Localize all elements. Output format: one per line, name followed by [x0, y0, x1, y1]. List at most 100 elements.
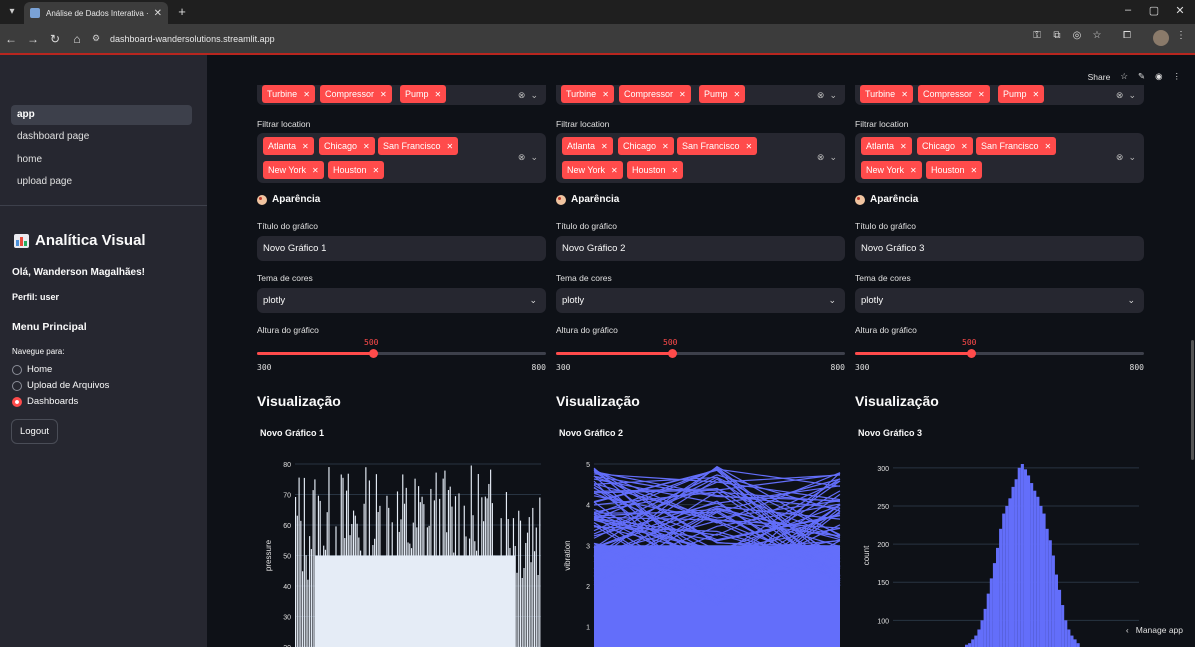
chip-remove-icon[interactable]: ✕: [373, 166, 380, 175]
filter-chip[interactable]: New York ✕: [562, 161, 623, 179]
theme-select[interactable]: plotly ⌄: [257, 288, 546, 313]
chip-remove-icon[interactable]: ✕: [734, 90, 741, 99]
chip-remove-icon[interactable]: ✕: [1033, 90, 1040, 99]
chip-remove-icon[interactable]: ✕: [303, 90, 310, 99]
extensions-icon[interactable]: ⧠: [1119, 30, 1135, 41]
chip-remove-icon[interactable]: ✕: [1045, 142, 1052, 151]
type-multiselect[interactable]: Turbine ✕ Compressor ✕ Pump ✕ ⊗ ⌄: [257, 85, 546, 105]
chart-plot[interactable]: vibration 1 2 3 4 5: [556, 448, 845, 647]
chip-remove-icon[interactable]: ✕: [672, 166, 679, 175]
install-icon[interactable]: ⧉: [1049, 30, 1065, 41]
filter-chip[interactable]: New York ✕: [861, 161, 922, 179]
clear-chevron-icon[interactable]: ⊗ ⌄: [518, 152, 538, 163]
slider-thumb[interactable]: [668, 349, 677, 358]
chip-remove-icon[interactable]: ✕: [380, 90, 387, 99]
chip-remove-icon[interactable]: ✕: [978, 90, 985, 99]
sidebar-item-app[interactable]: app: [11, 105, 192, 125]
chip-remove-icon[interactable]: ✕: [611, 166, 618, 175]
filter-chip[interactable]: Compressor ✕: [320, 85, 392, 103]
radio-circle[interactable]: [12, 364, 22, 375]
height-slider[interactable]: [257, 349, 546, 358]
eye-off-icon[interactable]: ◎: [1069, 30, 1085, 41]
location-multiselect[interactable]: Atlanta ✕ Chicago ✕ San Francisco ✕ New York ✕ H…: [556, 133, 845, 183]
radio-circle[interactable]: [12, 380, 22, 391]
window-close-icon[interactable]: ✕: [1170, 4, 1190, 17]
filter-chip[interactable]: Pump ✕: [699, 85, 746, 103]
filter-chip[interactable]: Pump ✕: [998, 85, 1045, 103]
filter-chip[interactable]: Pump ✕: [400, 85, 447, 103]
clear-chevron-icon[interactable]: ⊗ ⌄: [817, 90, 837, 101]
filter-chip[interactable]: Chicago ✕: [319, 137, 375, 155]
new-tab-button[interactable]: +: [174, 4, 190, 20]
chart-title-input[interactable]: Novo Gráfico 1: [257, 236, 546, 261]
chip-remove-icon[interactable]: ✕: [601, 142, 608, 151]
github-icon[interactable]: ◉: [1155, 71, 1162, 82]
filter-chip[interactable]: San Francisco ✕: [378, 137, 459, 155]
sidebar-item-dashboard-page[interactable]: dashboard page: [11, 127, 192, 147]
filter-chip[interactable]: New York ✕: [263, 161, 324, 179]
more-menu-icon[interactable]: ⋮: [1173, 71, 1182, 82]
chart-plot[interactable]: count 100 150 200 250 300: [855, 448, 1144, 647]
tab-close-icon[interactable]: ✕: [154, 8, 162, 19]
type-multiselect[interactable]: Turbine ✕ Compressor ✕ Pump ✕ ⊗ ⌄: [556, 85, 845, 105]
chip-remove-icon[interactable]: ✕: [971, 166, 978, 175]
chip-remove-icon[interactable]: ✕: [900, 142, 907, 151]
location-multiselect[interactable]: Atlanta ✕ Chicago ✕ San Francisco ✕ New York ✕ H…: [257, 133, 546, 183]
sidebar-item-home[interactable]: home: [11, 150, 192, 170]
home-icon[interactable]: ⌂: [66, 32, 88, 46]
chip-remove-icon[interactable]: ✕: [679, 90, 686, 99]
logout-button[interactable]: Logout: [11, 419, 58, 444]
filter-chip[interactable]: Houston ✕: [328, 161, 385, 179]
filter-chip[interactable]: Turbine ✕: [860, 85, 913, 103]
browser-menu-icon[interactable]: ⋮: [1173, 30, 1189, 41]
chip-remove-icon[interactable]: ✕: [302, 142, 309, 151]
forward-icon[interactable]: →: [22, 32, 44, 46]
url-field[interactable]: ⚙ dashboard-wandersolutions.streamlit.ap…: [92, 28, 1112, 49]
bookmark-star-icon[interactable]: ☆: [1089, 30, 1105, 41]
radio-upload[interactable]: Upload de Arquivos: [12, 380, 109, 391]
filter-chip[interactable]: Atlanta ✕: [562, 137, 613, 155]
profile-avatar[interactable]: [1153, 30, 1169, 46]
chip-remove-icon[interactable]: ✕: [910, 166, 917, 175]
slider-thumb[interactable]: [369, 349, 378, 358]
location-multiselect[interactable]: Atlanta ✕ Chicago ✕ San Francisco ✕ New York ✕ H…: [855, 133, 1144, 183]
filter-chip[interactable]: Chicago ✕: [618, 137, 674, 155]
filter-chip[interactable]: Compressor ✕: [619, 85, 691, 103]
chart-plot[interactable]: pressure20304050607080: [257, 448, 546, 647]
back-icon[interactable]: ←: [0, 32, 22, 46]
chart-title-input[interactable]: Novo Gráfico 3: [855, 236, 1144, 261]
filter-chip[interactable]: San Francisco ✕: [976, 137, 1057, 155]
slider-thumb[interactable]: [967, 349, 976, 358]
filter-chip[interactable]: Turbine ✕: [561, 85, 614, 103]
page-scrollbar[interactable]: [1191, 340, 1194, 460]
filter-chip[interactable]: Chicago ✕: [917, 137, 973, 155]
chip-remove-icon[interactable]: ✕: [746, 142, 753, 151]
chip-remove-icon[interactable]: ✕: [363, 142, 370, 151]
theme-select[interactable]: plotly ⌄: [855, 288, 1144, 313]
height-slider[interactable]: [556, 349, 845, 358]
filter-chip[interactable]: Houston ✕: [926, 161, 983, 179]
filter-chip[interactable]: San Francisco ✕: [677, 137, 758, 155]
sidebar-item-upload-page[interactable]: upload page: [11, 172, 192, 192]
chart-title-input[interactable]: Novo Gráfico 2: [556, 236, 845, 261]
maximize-icon[interactable]: ▢: [1144, 4, 1164, 17]
chip-remove-icon[interactable]: ✕: [435, 90, 442, 99]
site-info-icon[interactable]: ⚙: [92, 33, 104, 44]
radio-home[interactable]: Home: [12, 364, 52, 375]
clear-chevron-icon[interactable]: ⊗ ⌄: [1116, 152, 1136, 163]
filter-chip[interactable]: Houston ✕: [627, 161, 684, 179]
tab-search-icon[interactable]: ▾: [4, 4, 20, 20]
chip-remove-icon[interactable]: ✕: [961, 142, 968, 151]
manage-app-button[interactable]: ‹ Manage app: [1126, 625, 1183, 635]
key-icon[interactable]: ⚿: [1029, 30, 1045, 41]
chip-remove-icon[interactable]: ✕: [662, 142, 669, 151]
filter-chip[interactable]: Compressor ✕: [918, 85, 990, 103]
radio-dashboards[interactable]: Dashboards: [12, 396, 78, 407]
height-slider[interactable]: [855, 349, 1144, 358]
theme-select[interactable]: plotly ⌄: [556, 288, 845, 313]
chip-remove-icon[interactable]: ✕: [901, 90, 908, 99]
filter-chip[interactable]: Atlanta ✕: [263, 137, 314, 155]
radio-circle-selected[interactable]: [12, 396, 22, 407]
chip-remove-icon[interactable]: ✕: [447, 142, 454, 151]
clear-chevron-icon[interactable]: ⊗ ⌄: [1116, 90, 1136, 101]
